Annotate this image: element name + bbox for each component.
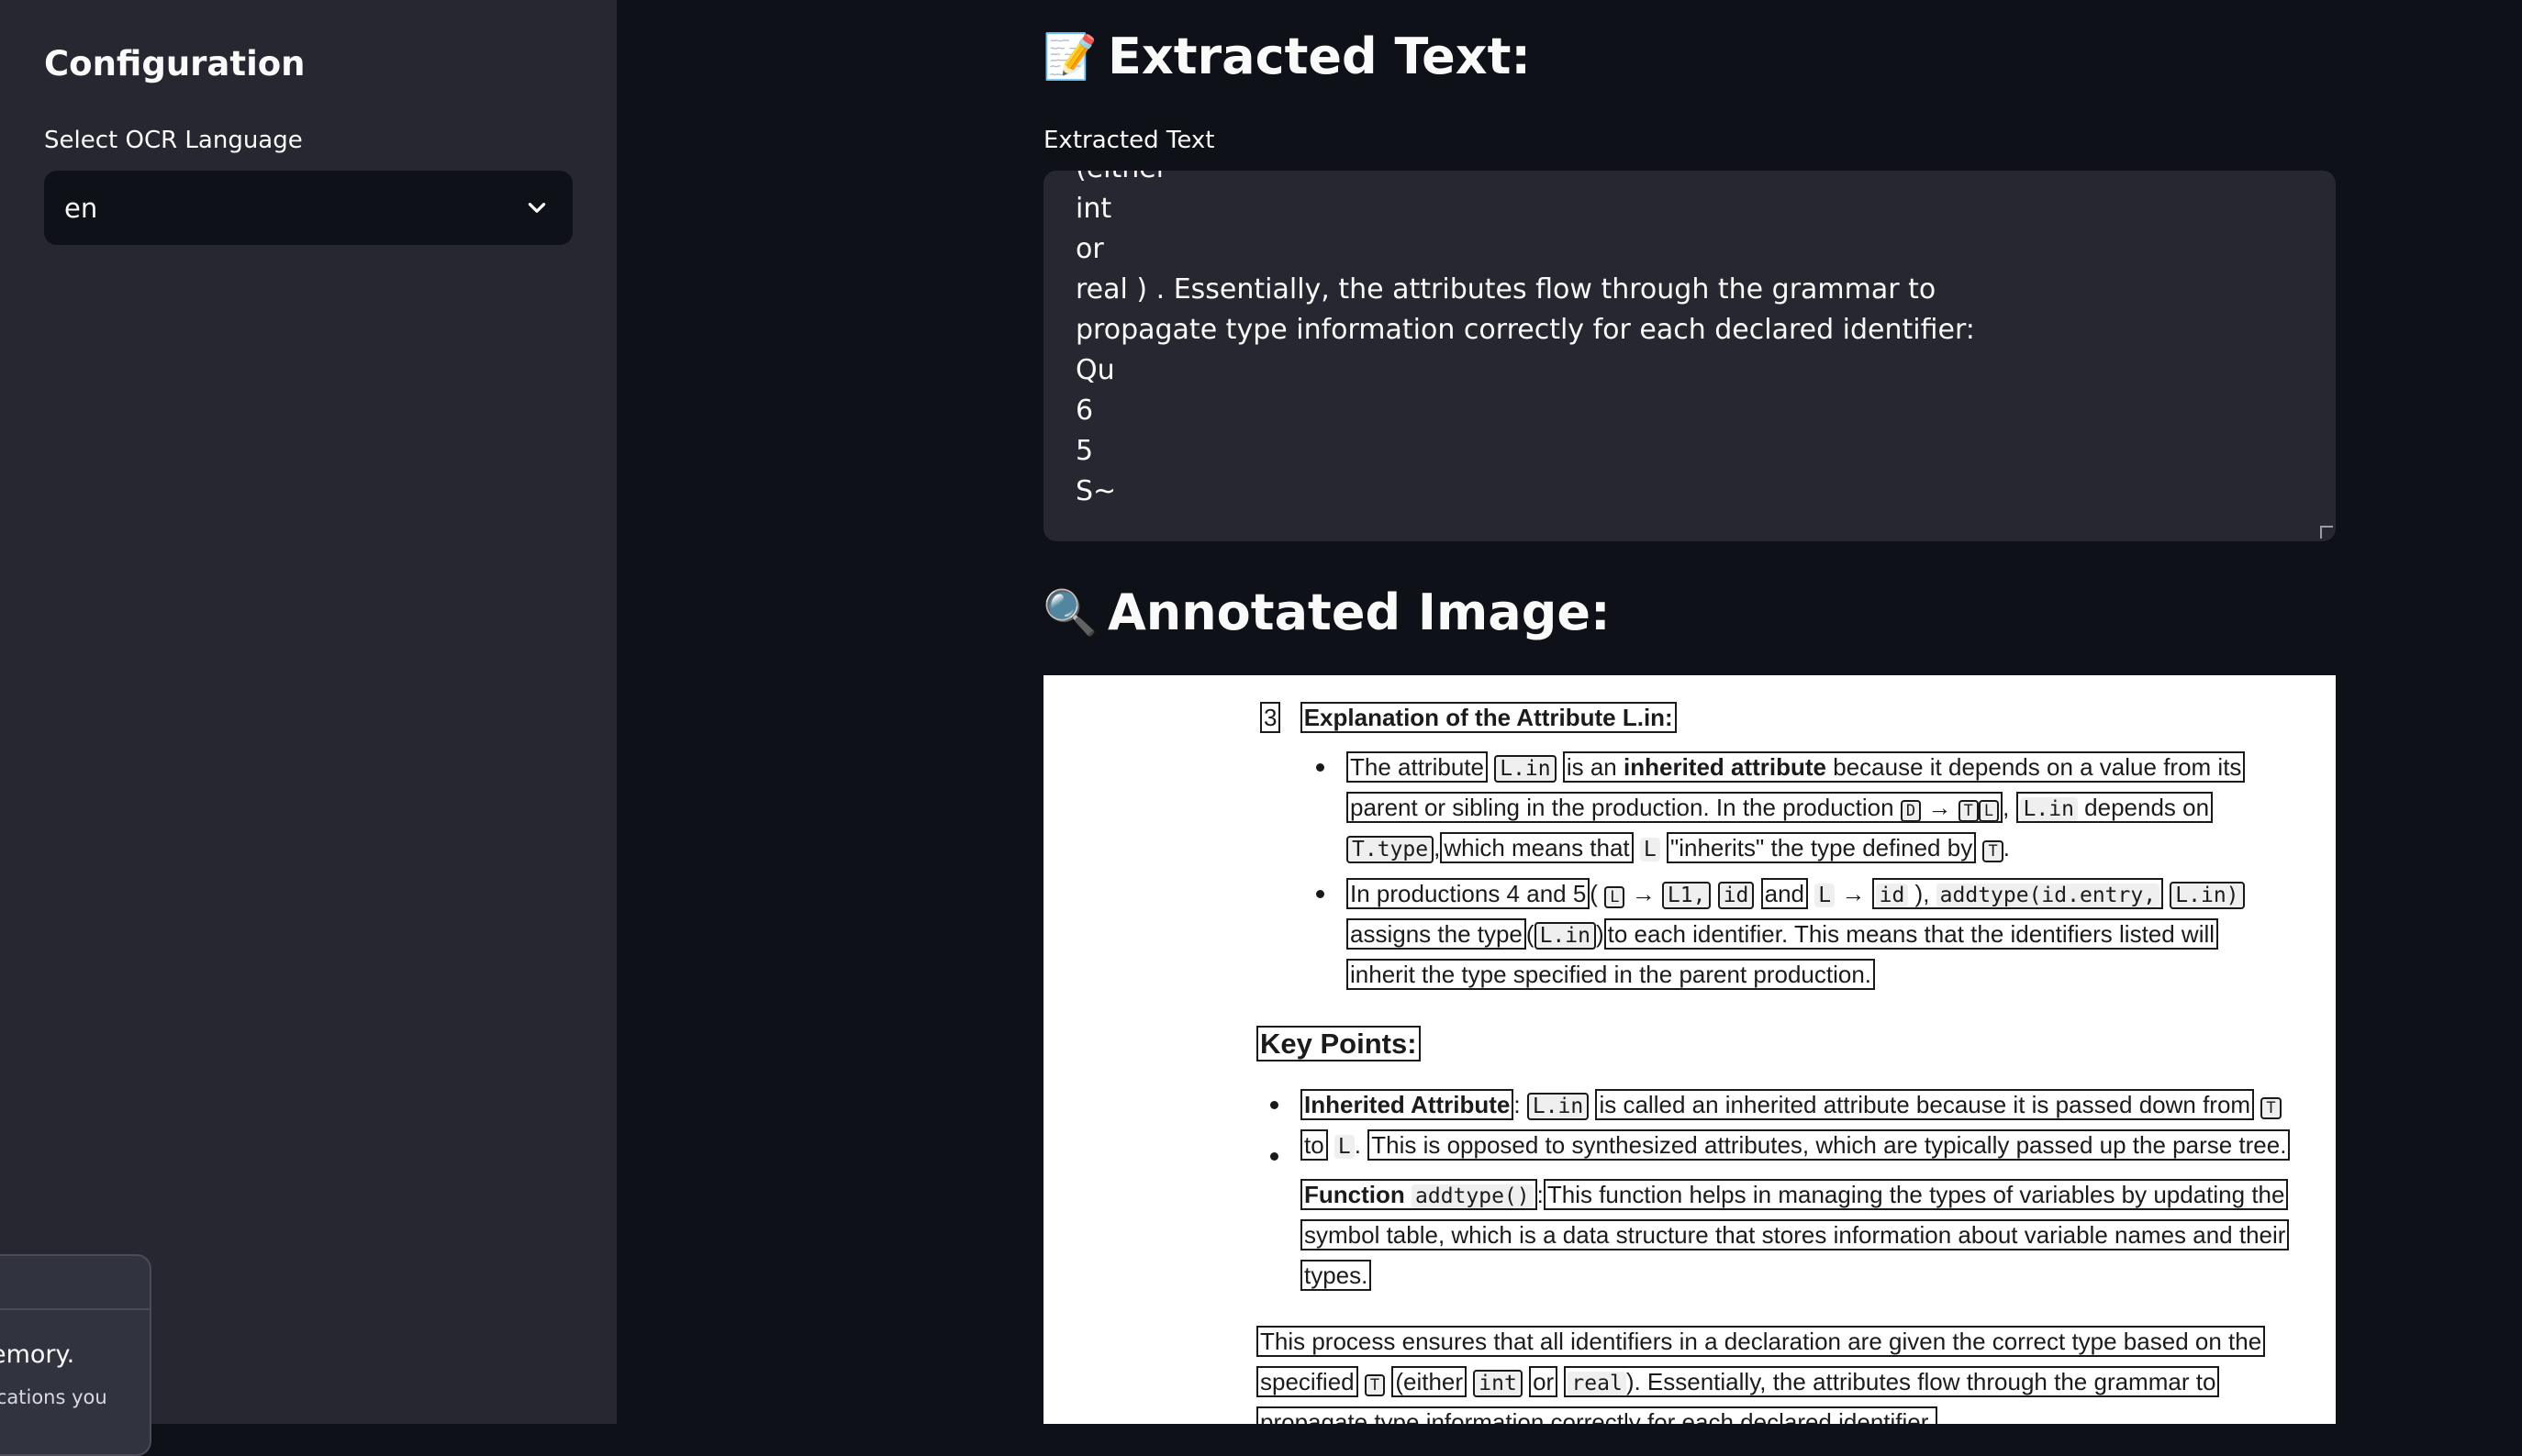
toast-notification: emory. ications you bbox=[0, 1254, 151, 1456]
bullet1-line3: T.type, which means that L "inherits" the… bbox=[1346, 831, 2010, 868]
bullet1-line1: The attribute L.in is an inherited attri… bbox=[1346, 750, 2246, 785]
extracted-text-line: (either bbox=[1076, 171, 1975, 189]
bullet-dot bbox=[1316, 890, 1324, 898]
keypoint1-line1: Inherited Attribute: L.in is called an i… bbox=[1300, 1088, 2282, 1125]
ocr-language-label: Select OCR Language bbox=[44, 127, 303, 154]
extracted-text-line: S~ bbox=[1076, 475, 1117, 507]
text-box: parent or sibling in the production. In … bbox=[1346, 792, 2003, 823]
key-points-heading: Key Points: bbox=[1256, 1026, 1421, 1062]
extracted-text-line: or bbox=[1076, 233, 1104, 265]
extracted-text-line: 6 bbox=[1076, 395, 1094, 427]
extracted-text-line: real ) . Essentially, the attributes flo… bbox=[1076, 273, 1936, 306]
text-box: which means that bbox=[1440, 832, 1634, 863]
paragraph-line3: propagate type information correctly for… bbox=[1256, 1406, 1938, 1424]
extracted-text-line: 5 bbox=[1076, 435, 1094, 467]
annotated-image-heading: 🔍 Annotated Image: bbox=[1043, 584, 1611, 641]
ocr-language-select[interactable]: en bbox=[44, 171, 573, 245]
bullet1-line2: parent or sibling in the production. In … bbox=[1346, 791, 2214, 828]
text-box: The attribute bbox=[1346, 751, 1488, 783]
resize-handle-icon[interactable] bbox=[2320, 526, 2333, 539]
ocr-language-value: en bbox=[64, 192, 98, 224]
section-number: 3 bbox=[1260, 702, 1281, 733]
annotated-image-heading-label: Annotated Image: bbox=[1108, 584, 1611, 641]
bullet2-line1: In productions 4 and 5( L → L1, id and L… bbox=[1346, 877, 2245, 914]
text-box: inherit the type specified in the parent… bbox=[1346, 959, 1876, 990]
paragraph-line2: specified T (either int or real). Essent… bbox=[1256, 1365, 2220, 1402]
paragraph-line1: This process ensures that all identifier… bbox=[1256, 1325, 2266, 1358]
magnifier-icon: 🔍 bbox=[1043, 587, 1098, 639]
bullet-dot bbox=[1270, 1101, 1278, 1109]
keypoint1-line2: to L. This is opposed to synthesized att… bbox=[1300, 1128, 2291, 1163]
extracted-text-content: (either int or real ) . Essentially, the at… bbox=[1076, 171, 1975, 512]
section-heading: 3 Explanation of the Attribute L.in: bbox=[1260, 701, 1677, 734]
text-box: id ), addtype(id.entry, bbox=[1871, 878, 2164, 909]
extracted-text-heading: 📝 Extracted Text: bbox=[1043, 28, 1531, 85]
text-box: to each identifier. This means that the … bbox=[1603, 918, 2219, 950]
extracted-text-line: int bbox=[1076, 193, 1112, 225]
keypoint2-line2: symbol table, which is a data structure … bbox=[1300, 1218, 2290, 1251]
keypoint2-line3: types. bbox=[1300, 1259, 1372, 1292]
bullet2-line2: assigns the type(L.in) to each identifier… bbox=[1346, 917, 2219, 952]
extracted-text-line: propagate type information correctly for… bbox=[1076, 314, 1975, 346]
text-box: is an inherited attribute because it dep… bbox=[1562, 751, 2246, 783]
chevron-down-icon bbox=[521, 193, 552, 224]
code-box: T bbox=[1982, 840, 2003, 862]
code-box: T.type bbox=[1346, 836, 1434, 863]
section-title: Explanation of the Attribute L.in: bbox=[1300, 702, 1677, 733]
bullet-dot bbox=[1316, 763, 1324, 772]
extracted-text-line: Qu bbox=[1076, 354, 1115, 386]
text-box: assigns the type bbox=[1346, 918, 1526, 950]
text-box: "inherits" the type defined by bbox=[1666, 832, 1977, 863]
bullet2-line3: inherit the type specified in the parent… bbox=[1346, 958, 1876, 991]
text-box: Function addtype() bbox=[1300, 1179, 1537, 1210]
text-box: L.in depends on bbox=[2015, 792, 2214, 823]
extracted-text-label: Extracted Text bbox=[1043, 127, 1215, 154]
annotated-image: 3 Explanation of the Attribute L.in: The… bbox=[1043, 675, 2336, 1424]
sidebar-title: Configuration bbox=[44, 44, 306, 83]
code-box: L.in bbox=[1494, 755, 1557, 783]
keypoint2-line1: Function addtype(): This function helps i… bbox=[1300, 1178, 2289, 1213]
text-box: real). Essentially, the attributes flow … bbox=[1564, 1366, 2220, 1397]
memo-icon: 📝 bbox=[1043, 31, 1098, 83]
text-box: In productions 4 and 5 bbox=[1346, 878, 1590, 909]
bullet-dot bbox=[1270, 1152, 1278, 1161]
toast-message: emory. bbox=[0, 1340, 75, 1369]
code-box: L bbox=[1639, 838, 1660, 861]
toast-submessage: ications you bbox=[0, 1386, 107, 1408]
sidebar: Configuration Select OCR Language en emo… bbox=[0, 0, 617, 1456]
extracted-text-area[interactable]: (either int or real ) . Essentially, the at… bbox=[1043, 171, 2336, 541]
extracted-text-heading-label: Extracted Text: bbox=[1108, 28, 1532, 85]
toast-divider bbox=[0, 1308, 150, 1310]
